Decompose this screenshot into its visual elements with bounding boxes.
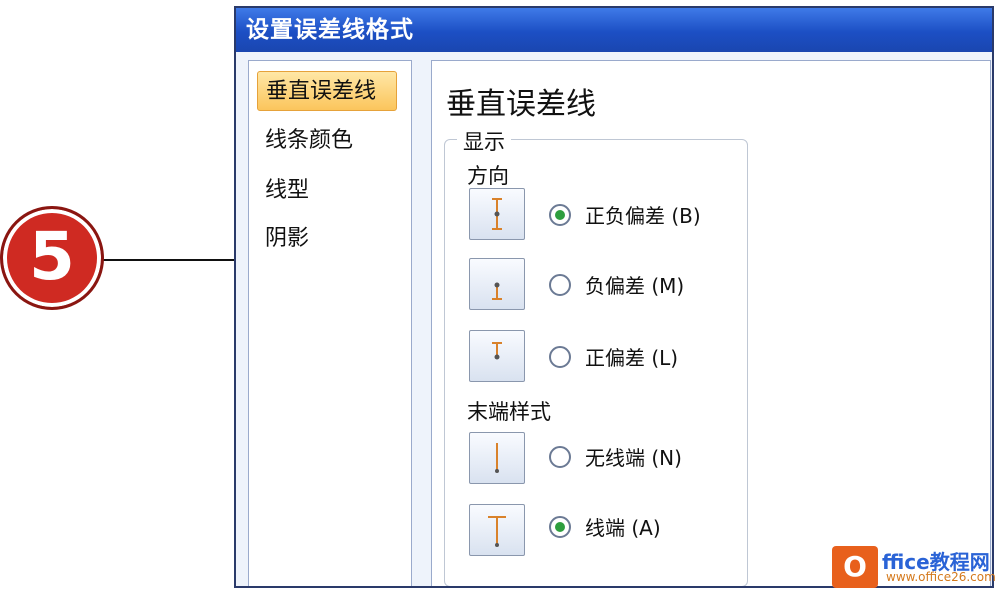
dialog-title: 设置误差线格式 [236, 8, 992, 52]
option-minus-label[interactable]: 负偏差 (M) [585, 270, 684, 299]
nav-item-vertical-error-bars[interactable]: 垂直误差线 [257, 71, 397, 111]
format-error-bars-dialog: 设置误差线格式 垂直误差线 线条颜色 线型 阴影 垂直误差线 显示 方向 正负偏… [234, 6, 994, 588]
watermark: O ffice教程网 www.office26.com [832, 544, 1002, 592]
radio-selected-dot [555, 210, 565, 220]
plus-direction-icon[interactable] [469, 330, 525, 382]
radio-no-cap[interactable] [549, 446, 571, 468]
step-callout-number: 5 [29, 218, 75, 295]
radio-plus[interactable] [549, 346, 571, 368]
both-direction-icon[interactable] [469, 188, 525, 240]
no-cap-icon[interactable] [469, 432, 525, 484]
radio-cap[interactable] [549, 516, 571, 538]
settings-panel: 垂直误差线 显示 方向 正负偏差 (B) 负偏差 (M) 正偏差 (L) 末端样… [431, 60, 991, 586]
watermark-logo-letter: O [843, 550, 867, 583]
watermark-url: www.office26.com [886, 570, 996, 584]
office-logo-icon: O [832, 546, 878, 588]
step-callout-badge: 5 [0, 206, 104, 310]
radio-minus[interactable] [549, 274, 571, 296]
option-cap-label[interactable]: 线端 (A) [585, 512, 661, 541]
nav-item-shadow[interactable]: 阴影 [257, 219, 397, 259]
category-nav: 垂直误差线 线条颜色 线型 阴影 [248, 60, 412, 586]
end-style-label: 末端样式 [467, 400, 551, 424]
nav-item-line-color[interactable]: 线条颜色 [257, 121, 397, 161]
minus-direction-icon[interactable] [469, 258, 525, 310]
radio-selected-dot [555, 522, 565, 532]
option-no-cap-label[interactable]: 无线端 (N) [585, 442, 682, 471]
panel-title: 垂直误差线 [446, 87, 596, 122]
cap-icon[interactable] [469, 504, 525, 556]
display-group: 显示 方向 正负偏差 (B) 负偏差 (M) 正偏差 (L) 末端样式 无线端 … [444, 126, 748, 586]
option-both-label[interactable]: 正负偏差 (B) [585, 200, 701, 229]
option-plus-label[interactable]: 正偏差 (L) [585, 342, 678, 371]
display-group-label: 显示 [457, 126, 511, 156]
nav-item-line-style[interactable]: 线型 [257, 171, 397, 211]
radio-both[interactable] [549, 204, 571, 226]
direction-label: 方向 [467, 164, 509, 188]
